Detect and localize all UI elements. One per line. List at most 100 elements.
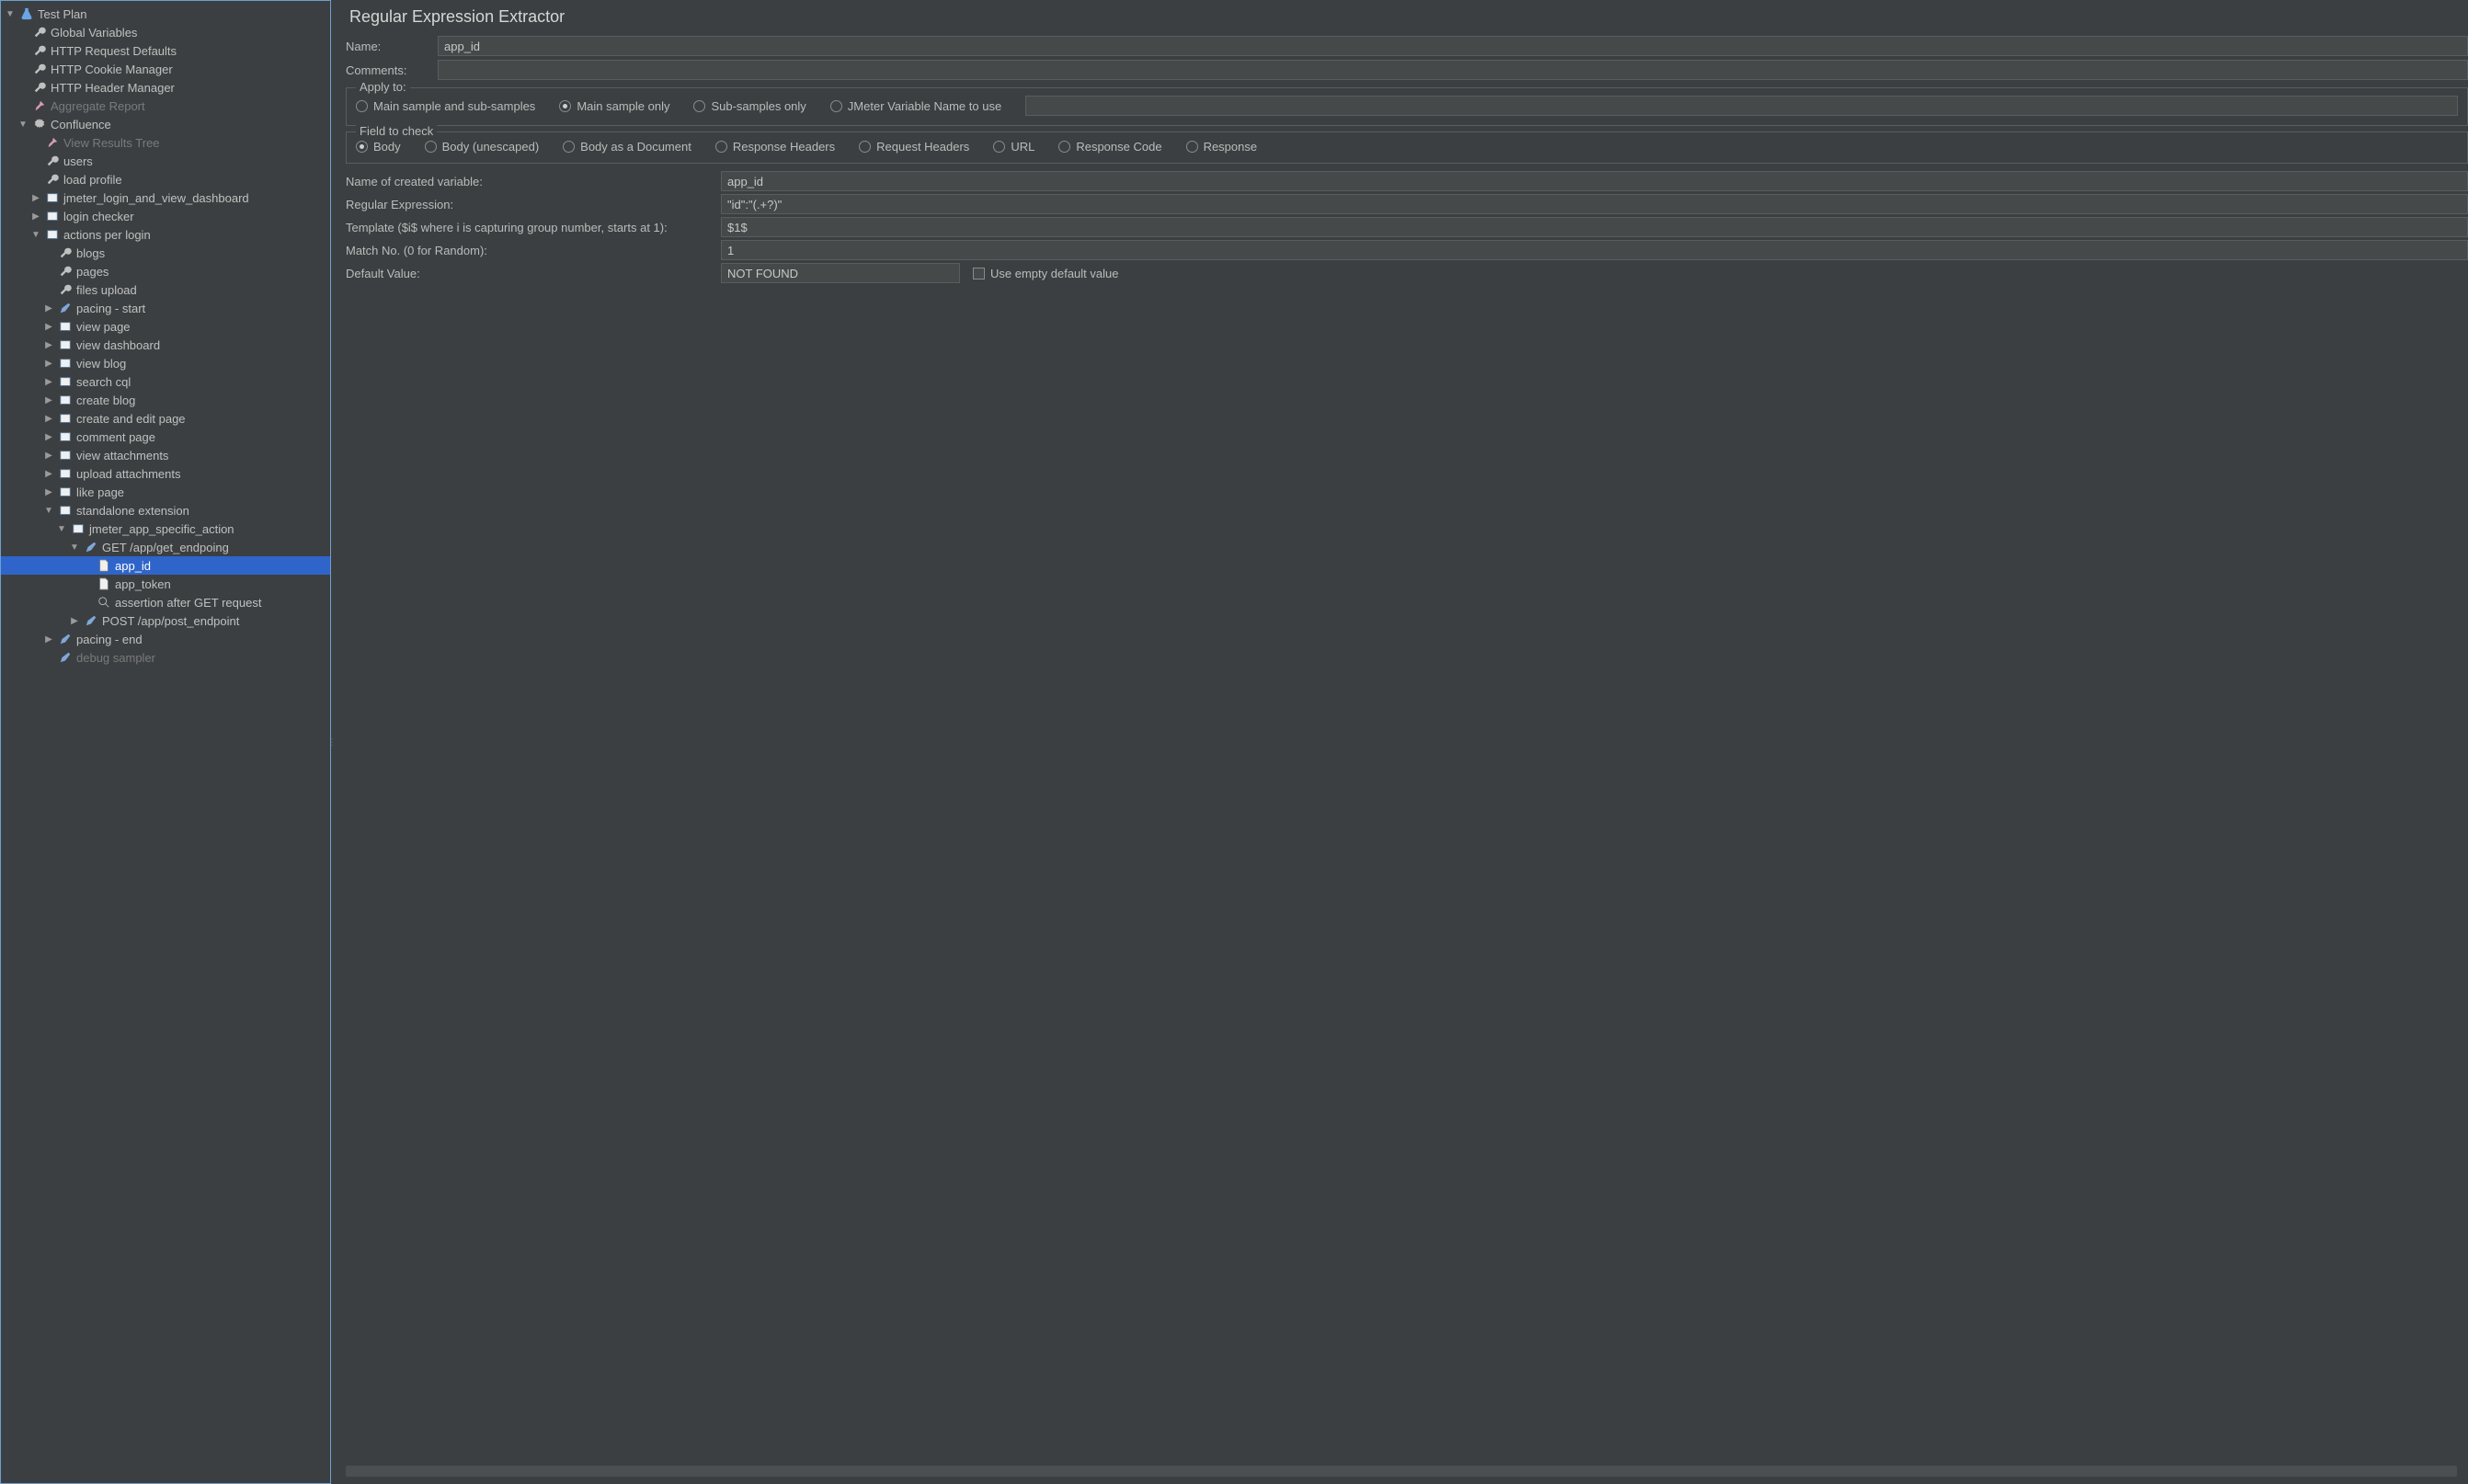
tree-item[interactable]: HTTP Request Defaults (1, 41, 330, 60)
default-value-input[interactable] (721, 263, 960, 283)
chevron-right-icon[interactable]: ▶ (43, 376, 54, 387)
apply-to-option[interactable]: JMeter Variable Name to use (830, 99, 1001, 113)
chevron-right-icon[interactable]: ▶ (43, 468, 54, 479)
tree-item[interactable]: ▶comment page (1, 428, 330, 446)
chevron-down-icon[interactable]: ▼ (56, 523, 67, 534)
chevron-down-icon[interactable]: ▼ (17, 119, 29, 130)
match-no-input[interactable] (721, 240, 2468, 260)
field-to-check-option[interactable]: Body (unescaped) (425, 140, 540, 154)
box-icon (45, 209, 60, 223)
chevron-right-icon[interactable]: ▶ (69, 615, 80, 626)
field-to-check-option[interactable]: Request Headers (859, 140, 969, 154)
field-to-check-option[interactable]: Body (356, 140, 401, 154)
tree-item[interactable]: ▼jmeter_app_specific_action (1, 519, 330, 538)
chevron-down-icon[interactable]: ▼ (43, 505, 54, 516)
chevron-right-icon[interactable]: ▶ (43, 634, 54, 645)
tree-item[interactable]: debug sampler (1, 648, 330, 667)
chevron-right-icon[interactable]: ▶ (43, 358, 54, 369)
tree-item[interactable]: ▼GET /app/get_endpoing (1, 538, 330, 556)
tree-item[interactable]: ▶view blog (1, 354, 330, 372)
chevron-right-icon[interactable]: ▶ (43, 394, 54, 405)
radio-icon (715, 141, 727, 153)
chevron-down-icon[interactable]: ▼ (69, 542, 80, 553)
field-to-check-option[interactable]: URL (993, 140, 1034, 154)
chevron-right-icon[interactable]: ▶ (43, 486, 54, 497)
tree-item[interactable]: ▶view dashboard (1, 336, 330, 354)
tree-item[interactable]: ▶create and edit page (1, 409, 330, 428)
box-icon (58, 337, 73, 352)
template-input[interactable] (721, 217, 2468, 237)
tree-item-label: view attachments (76, 449, 168, 462)
chevron-right-icon[interactable]: ▶ (30, 192, 41, 203)
tree-item[interactable]: app_token (1, 575, 330, 593)
apply-to-option[interactable]: Main sample and sub-samples (356, 99, 535, 113)
apply-to-option[interactable]: Main sample only (559, 99, 669, 113)
chevron-right-icon[interactable]: ▶ (43, 321, 54, 332)
chevron-down-icon[interactable]: ▼ (5, 8, 16, 19)
tree-item[interactable]: HTTP Header Manager (1, 78, 330, 97)
field-to-check-option[interactable]: Response Code (1058, 140, 1161, 154)
tree-item[interactable]: files upload (1, 280, 330, 299)
field-to-check-option-label: Request Headers (876, 140, 969, 154)
tree-item[interactable]: app_id (1, 556, 330, 575)
splitter-handle[interactable]: ⋮⋮ (331, 0, 338, 1484)
regex-label: Regular Expression: (346, 198, 721, 211)
test-plan-tree[interactable]: ▼Test PlanGlobal VariablesHTTP Request D… (0, 0, 331, 1484)
tree-item[interactable]: ▶search cql (1, 372, 330, 391)
created-var-input[interactable] (721, 171, 2468, 191)
regex-input[interactable] (721, 194, 2468, 214)
wrench-icon (32, 43, 47, 58)
tree-item[interactable]: ▶create blog (1, 391, 330, 409)
tree-item[interactable]: Global Variables (1, 23, 330, 41)
chevron-right-icon[interactable]: ▶ (43, 413, 54, 424)
tree-item-label: POST /app/post_endpoint (102, 614, 239, 628)
tree-item[interactable]: ▼actions per login (1, 225, 330, 244)
tree-item[interactable]: ▼Test Plan (1, 5, 330, 23)
checkbox-icon (973, 268, 985, 280)
tree-item[interactable]: users (1, 152, 330, 170)
field-to-check-option-label: Body (unescaped) (442, 140, 540, 154)
field-to-check-option[interactable]: Body as a Document (563, 140, 691, 154)
radio-icon (356, 141, 368, 153)
tree-item[interactable]: Aggregate Report (1, 97, 330, 115)
horizontal-scrollbar[interactable] (346, 1466, 2457, 1477)
tree-item-label: pacing - end (76, 633, 143, 646)
chevron-right-icon[interactable]: ▶ (43, 431, 54, 442)
tree-item[interactable]: ▶login checker (1, 207, 330, 225)
tree-item[interactable]: ▶jmeter_login_and_view_dashboard (1, 188, 330, 207)
tree-item[interactable]: HTTP Cookie Manager (1, 60, 330, 78)
chevron-right-icon[interactable]: ▶ (43, 450, 54, 461)
tree-item[interactable]: ▶upload attachments (1, 464, 330, 483)
chevron-right-icon[interactable]: ▶ (43, 303, 54, 314)
use-empty-default-checkbox[interactable]: Use empty default value (973, 267, 1118, 280)
chevron-right-icon[interactable]: ▶ (43, 339, 54, 350)
tree-item[interactable]: pages (1, 262, 330, 280)
tree-item[interactable]: ▶ POST /app/post_endpoint (1, 611, 330, 630)
tree-item-label: files upload (76, 283, 137, 297)
chevron-right-icon[interactable]: ▶ (30, 211, 41, 222)
tree-item-label: Confluence (51, 118, 111, 131)
jmeter-variable-name-input[interactable] (1025, 96, 2458, 116)
comments-input[interactable] (438, 60, 2468, 80)
tree-item[interactable]: View Results Tree (1, 133, 330, 152)
field-to-check-option[interactable]: Response (1186, 140, 1258, 154)
comments-label: Comments: (346, 63, 421, 77)
box-icon (58, 374, 73, 389)
tree-item[interactable]: ▼ Confluence (1, 115, 330, 133)
box-icon (45, 190, 60, 205)
tree-item[interactable]: ▶pacing - start (1, 299, 330, 317)
tree-item[interactable]: ▼standalone extension (1, 501, 330, 519)
tree-item[interactable]: blogs (1, 244, 330, 262)
box-icon (45, 227, 60, 242)
tree-item[interactable]: ▶view page (1, 317, 330, 336)
tree-item[interactable]: assertion after GET request (1, 593, 330, 611)
tree-item[interactable]: ▶ pacing - end (1, 630, 330, 648)
name-input[interactable] (438, 36, 2468, 56)
tree-item[interactable]: load profile (1, 170, 330, 188)
field-to-check-option[interactable]: Response Headers (715, 140, 835, 154)
tree-item[interactable]: ▶ view attachments (1, 446, 330, 464)
tree-item[interactable]: ▶like page (1, 483, 330, 501)
field-to-check-option-label: Body (373, 140, 401, 154)
chevron-down-icon[interactable]: ▼ (30, 229, 41, 240)
apply-to-option[interactable]: Sub-samples only (693, 99, 806, 113)
